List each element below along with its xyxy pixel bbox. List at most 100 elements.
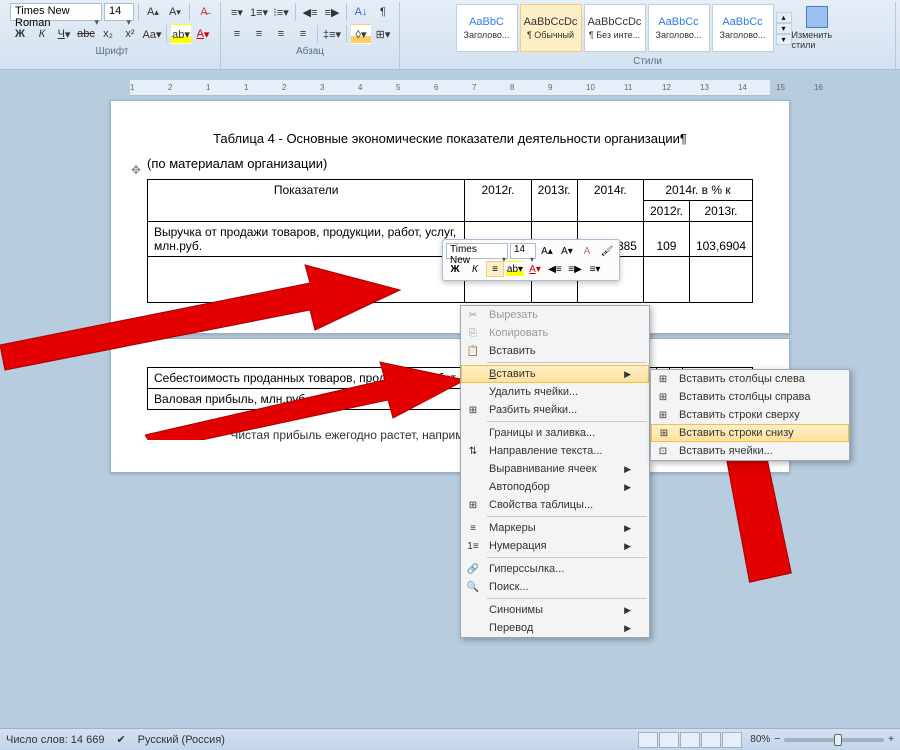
ctx-delete-cells[interactable]: Удалить ячейки...: [461, 383, 649, 401]
th-2012[interactable]: 2012г.: [465, 180, 531, 222]
font-size-select[interactable]: 14: [104, 3, 134, 21]
style-item[interactable]: AaBbCЗаголово...: [456, 4, 518, 52]
ctx-hyperlink[interactable]: 🔗Гиперссылка...: [461, 560, 649, 578]
table-move-handle[interactable]: ✥: [131, 163, 141, 177]
sub-rows-above[interactable]: ⊞Вставить строки сверху: [651, 406, 849, 424]
outline-view[interactable]: [701, 732, 721, 748]
clear-format-btn[interactable]: A̶: [194, 2, 214, 22]
ctx-text-direction[interactable]: ⇅Направление текста...: [461, 442, 649, 460]
subscript-btn[interactable]: x₂: [98, 24, 118, 44]
language-status[interactable]: Русский (Россия): [138, 734, 225, 746]
style-item[interactable]: AaBbCcDc¶ Обычный: [520, 4, 582, 52]
outdent-btn[interactable]: ◀≡: [300, 2, 320, 22]
ctx-autofit[interactable]: Автоподбор▶: [461, 478, 649, 496]
shading-btn[interactable]: ◊▾: [351, 24, 371, 44]
th-pct-2013[interactable]: 2013г.: [689, 201, 752, 222]
ctx-split-cells[interactable]: ⊞Разбить ячейки...: [461, 401, 649, 419]
split-icon: ⊞: [465, 402, 481, 418]
full-screen-view[interactable]: [659, 732, 679, 748]
zoom-slider[interactable]: [784, 738, 884, 742]
sub-rows-below[interactable]: ⊞Вставить строки снизу: [651, 424, 849, 442]
ctx-paste[interactable]: 📋Вставить: [461, 342, 649, 360]
change-styles-btn[interactable]: Изменить стили: [792, 4, 842, 52]
mini-style-icon[interactable]: A: [578, 243, 596, 259]
zoom-out-btn[interactable]: −: [774, 734, 780, 745]
mini-indent[interactable]: ≡▶: [566, 261, 584, 277]
sub-cols-left[interactable]: ⊞Вставить столбцы слева: [651, 370, 849, 388]
rows-above-icon: ⊞: [655, 407, 671, 423]
context-menu: ✂Вырезать ⎘Копировать 📋Вставить Вставить…: [460, 305, 650, 638]
th-indicators[interactable]: Показатели: [148, 180, 465, 222]
mini-outdent[interactable]: ◀≡: [546, 261, 564, 277]
show-marks-btn[interactable]: ¶: [373, 2, 393, 22]
web-layout-view[interactable]: [680, 732, 700, 748]
print-layout-view[interactable]: [638, 732, 658, 748]
ctx-translate[interactable]: Перевод▶: [461, 619, 649, 637]
sub-cells[interactable]: ⊡Вставить ячейки...: [651, 442, 849, 460]
ruler[interactable]: 12112345678910111213141516: [130, 80, 770, 96]
ctx-table-props[interactable]: ⊞Свойства таблицы...: [461, 496, 649, 514]
gallery-scroll[interactable]: ▴▾▾: [776, 12, 792, 45]
proofing-icon[interactable]: ✔: [116, 733, 125, 746]
mini-format-painter[interactable]: 🖌: [598, 243, 616, 259]
borders-btn[interactable]: ⊞▾: [373, 24, 393, 44]
ctx-borders[interactable]: Границы и заливка...: [461, 424, 649, 442]
ctx-cut: ✂Вырезать: [461, 306, 649, 324]
style-item[interactable]: AaBbCcЗаголово...: [712, 4, 774, 52]
sort-btn[interactable]: A↓: [351, 2, 371, 22]
view-buttons[interactable]: [638, 732, 742, 748]
align-left-btn[interactable]: ≡: [227, 24, 247, 44]
shrink-font-btn[interactable]: A▾: [165, 2, 185, 22]
th-2013[interactable]: 2013г.: [531, 180, 577, 222]
justify-btn[interactable]: ≡: [293, 24, 313, 44]
text-dir-icon: ⇅: [465, 443, 481, 459]
th-2014[interactable]: 2014г.: [577, 180, 643, 222]
th-2014pct[interactable]: 2014г. в % к: [643, 180, 752, 201]
bullets-icon: ≡: [465, 520, 481, 536]
draft-view[interactable]: [722, 732, 742, 748]
underline-btn[interactable]: Ч▾: [54, 24, 74, 44]
mini-size-select[interactable]: 14: [510, 243, 536, 259]
highlight-btn[interactable]: ab▾: [171, 24, 191, 44]
grow-font-btn[interactable]: A▴: [143, 2, 163, 22]
styles-group: AaBbCЗаголово...AaBbCcDc¶ ОбычныйAaBbCcD…: [400, 2, 896, 69]
find-icon: 🔍: [465, 579, 481, 595]
zoom-label[interactable]: 80%: [750, 734, 770, 745]
multilevel-btn[interactable]: ⁝≡▾: [271, 2, 291, 22]
mini-highlight[interactable]: ab▾: [506, 261, 524, 277]
font-name-select[interactable]: Times New Roman: [10, 3, 102, 21]
style-gallery[interactable]: AaBbCЗаголово...AaBbCcDc¶ ОбычныйAaBbCcD…: [454, 2, 776, 54]
rows-below-icon: ⊞: [656, 425, 672, 441]
word-count[interactable]: Число слов: 14 669: [6, 734, 104, 746]
align-right-btn[interactable]: ≡: [271, 24, 291, 44]
cell-r1c6[interactable]: 103,6904: [689, 222, 752, 257]
ctx-synonyms[interactable]: Синонимы▶: [461, 601, 649, 619]
ctx-numbering[interactable]: 1≡Нумерация▶: [461, 537, 649, 555]
strike-btn[interactable]: abc: [76, 24, 96, 44]
ctx-cell-align[interactable]: Выравнивание ячеек▶: [461, 460, 649, 478]
bullets-btn[interactable]: ≡▾: [227, 2, 247, 22]
sub-cols-right[interactable]: ⊞Вставить столбцы справа: [651, 388, 849, 406]
font-color-btn[interactable]: A▾: [193, 24, 213, 44]
style-item[interactable]: AaBbCcDc¶ Без инте...: [584, 4, 646, 52]
line-spacing-btn[interactable]: ‡≡▾: [322, 24, 342, 44]
numbering-btn[interactable]: 1≡▾: [249, 2, 269, 22]
ctx-insert[interactable]: Вставить▶: [461, 365, 649, 383]
table-subtitle: (по материалам организации): [147, 156, 753, 171]
ctx-find[interactable]: 🔍Поиск...: [461, 578, 649, 596]
mini-font-color[interactable]: A▾: [526, 261, 544, 277]
cell-r1c1[interactable]: Выручка от продажи товаров, продукции, р…: [148, 222, 465, 257]
mini-shrink-font[interactable]: A▾: [558, 243, 576, 259]
mini-font-select[interactable]: Times New: [446, 243, 508, 259]
style-item[interactable]: AaBbCcЗаголово...: [648, 4, 710, 52]
indent-btn[interactable]: ≡▶: [322, 2, 342, 22]
ctx-bullets[interactable]: ≡Маркеры▶: [461, 519, 649, 537]
zoom-control[interactable]: 80% − +: [750, 734, 894, 745]
align-center-btn[interactable]: ≡: [249, 24, 269, 44]
change-case-btn[interactable]: Aa▾: [142, 24, 162, 44]
zoom-in-btn[interactable]: +: [888, 734, 894, 745]
cell-r1c5[interactable]: 109: [643, 222, 689, 257]
mini-grow-font[interactable]: A▴: [538, 243, 556, 259]
mini-bullets[interactable]: ≡▾: [586, 261, 604, 277]
th-pct-2012[interactable]: 2012г.: [643, 201, 689, 222]
